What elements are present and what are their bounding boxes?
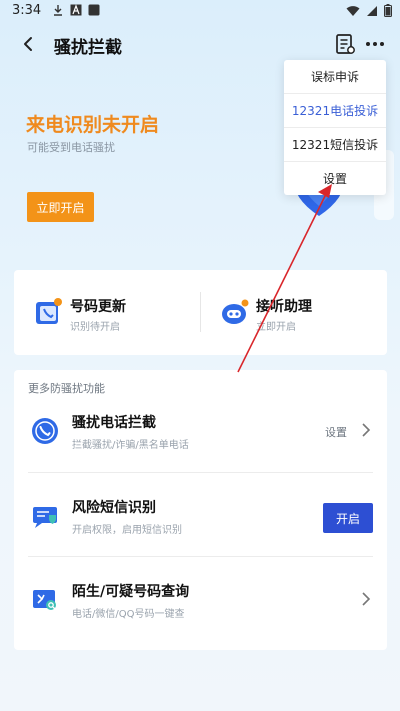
document-list-icon[interactable] <box>333 32 357 56</box>
more-features-panel: 更多防骚扰功能 骚扰电话拦截 拦截骚扰/诈骗/黑名单电话 设置 风险短信识别 开… <box>14 370 387 650</box>
sms-shield-icon <box>33 507 57 528</box>
chevron-right-icon <box>362 423 371 437</box>
battery-icon <box>384 4 392 17</box>
square-icon <box>88 4 100 16</box>
hero-title: 来电识别未开启 <box>26 114 160 136</box>
quick-card-subtitle: 立即开启 <box>256 322 296 333</box>
download-icon <box>54 5 62 16</box>
page-title: 骚扰拦截 <box>54 38 122 58</box>
menu-item-settings[interactable]: 设置 <box>284 162 386 195</box>
menu-item-call-complaint[interactable]: 12321电话投诉 <box>284 94 386 127</box>
status-left-icons <box>52 4 100 16</box>
menu-item-mislabel-appeal[interactable]: 误标申诉 <box>284 60 386 93</box>
status-right-icons <box>346 4 392 17</box>
back-arrow-icon <box>24 37 32 51</box>
overflow-menu: 误标申诉 12321电话投诉 12321短信投诉 设置 <box>284 60 386 195</box>
feature-subtitle: 开启权限，启用短信识别 <box>72 525 182 536</box>
quick-card-title: 接听助理 <box>256 299 312 315</box>
quick-actions-panel: 号码更新 识别待开启 接听助理 立即开启 <box>14 270 387 355</box>
answer-assistant-card[interactable]: 接听助理 立即开启 <box>200 270 380 355</box>
feature-title: 陌生/可疑号码查询 <box>72 584 190 600</box>
status-time: 3:34 <box>12 3 42 18</box>
back-button[interactable] <box>14 32 42 56</box>
wifi-icon <box>346 5 360 16</box>
quick-card-title: 号码更新 <box>70 299 126 315</box>
enable-sms-button[interactable]: 开启 <box>323 503 373 533</box>
number-update-card[interactable]: 号码更新 识别待开启 <box>14 270 194 355</box>
robot-assistant-icon <box>222 299 249 324</box>
number-search-icon <box>33 590 57 611</box>
signal-icon <box>367 5 377 16</box>
feature-setting-label[interactable]: 设置 <box>325 424 347 440</box>
suspicious-number-query-row[interactable]: 陌生/可疑号码查询 电话/微信/QQ号码一键查 <box>14 557 387 641</box>
hero-subtitle: 可能受到电话骚扰 <box>27 141 115 154</box>
more-dots-icon[interactable] <box>362 32 388 56</box>
feature-title: 风险短信识别 <box>72 500 156 516</box>
chevron-right-icon <box>362 592 371 606</box>
harassment-call-block-row[interactable]: 骚扰电话拦截 拦截骚扰/诈骗/黑名单电话 设置 <box>14 388 387 472</box>
phone-block-icon <box>32 418 58 444</box>
feature-title: 骚扰电话拦截 <box>72 415 156 431</box>
status-bar: 3:34 <box>0 0 400 24</box>
font-a-icon <box>70 4 82 16</box>
phone-book-icon <box>36 298 62 324</box>
feature-subtitle: 拦截骚扰/诈骗/黑名单电话 <box>72 440 189 451</box>
feature-subtitle: 电话/微信/QQ号码一键查 <box>72 609 185 620</box>
quick-card-subtitle: 识别待开启 <box>70 322 120 333</box>
risk-sms-recognition-row[interactable]: 风险短信识别 开启权限，启用短信识别 开启 <box>14 473 387 557</box>
menu-item-sms-complaint[interactable]: 12321短信投诉 <box>284 128 386 161</box>
enable-now-button[interactable]: 立即开启 <box>27 192 94 222</box>
